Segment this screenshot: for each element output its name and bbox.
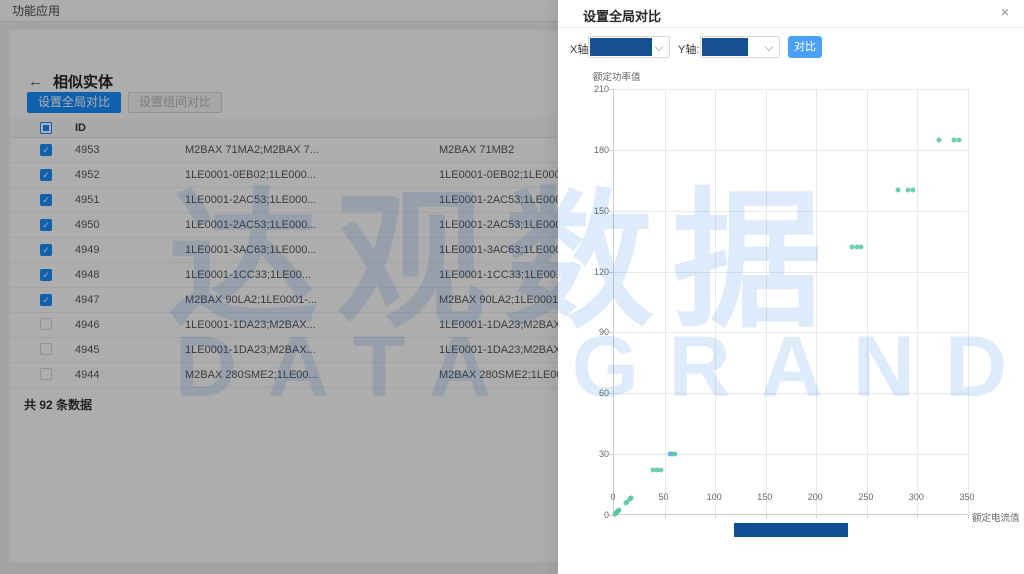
x-tick-label: 100 bbox=[707, 492, 722, 502]
y-tick-label: 150 bbox=[594, 206, 609, 216]
y-tick-label: 60 bbox=[599, 388, 609, 398]
data-point bbox=[667, 452, 672, 457]
data-point bbox=[617, 507, 622, 512]
x-tick-label: 150 bbox=[757, 492, 772, 502]
y-tick-label: 30 bbox=[599, 449, 609, 459]
datazoom-slider[interactable] bbox=[734, 523, 847, 537]
y-tick-label: 180 bbox=[594, 145, 609, 155]
axis-controls: X轴: Y轴: 对比 bbox=[558, 36, 1024, 60]
x-axis-select[interactable] bbox=[588, 36, 670, 58]
data-point bbox=[672, 452, 677, 457]
data-point bbox=[936, 137, 941, 142]
x-tick-label: 250 bbox=[858, 492, 873, 502]
selected-value-highlight bbox=[702, 38, 748, 56]
y-tick-label: 120 bbox=[594, 267, 609, 277]
data-point bbox=[629, 495, 634, 500]
chevron-down-icon bbox=[655, 43, 663, 51]
data-point bbox=[858, 245, 863, 250]
x-tick-label: 50 bbox=[659, 492, 669, 502]
data-point bbox=[658, 468, 663, 473]
y-tick-label: 0 bbox=[604, 510, 609, 520]
x-tick-label: 200 bbox=[808, 492, 823, 502]
y-tick-label: 90 bbox=[599, 327, 609, 337]
y-axis-label: Y轴: bbox=[678, 41, 699, 57]
x-tick-label: 350 bbox=[959, 492, 974, 502]
drawer-title: 设置全局对比 bbox=[583, 6, 661, 25]
plot-area bbox=[613, 89, 967, 515]
close-icon[interactable]: × bbox=[996, 4, 1014, 20]
data-point bbox=[896, 188, 901, 193]
compare-button[interactable]: 对比 bbox=[788, 36, 822, 58]
x-tick-label: 0 bbox=[610, 492, 615, 502]
selected-value-highlight bbox=[590, 38, 652, 56]
scatter-chart: 额定功率值 额定电流值 0 50 100 150 200 250 300 350 0 30 60 9… bbox=[558, 60, 1024, 560]
drawer-mask[interactable] bbox=[0, 0, 558, 574]
x-axis-title: 额定电流值 bbox=[972, 510, 1020, 524]
x-tick-label: 300 bbox=[909, 492, 924, 502]
y-axis-title: 额定功率值 bbox=[593, 69, 641, 83]
drawer-header: 设置全局对比 × bbox=[558, 0, 1024, 28]
y-tick-label: 210 bbox=[594, 84, 609, 94]
y-axis-select[interactable] bbox=[700, 36, 780, 58]
data-point bbox=[956, 137, 961, 142]
chevron-down-icon bbox=[765, 43, 773, 51]
global-compare-drawer: 设置全局对比 × X轴: Y轴: 对比 额定功率值 额定电流值 0 50 100 15… bbox=[558, 0, 1024, 574]
data-point bbox=[911, 188, 916, 193]
